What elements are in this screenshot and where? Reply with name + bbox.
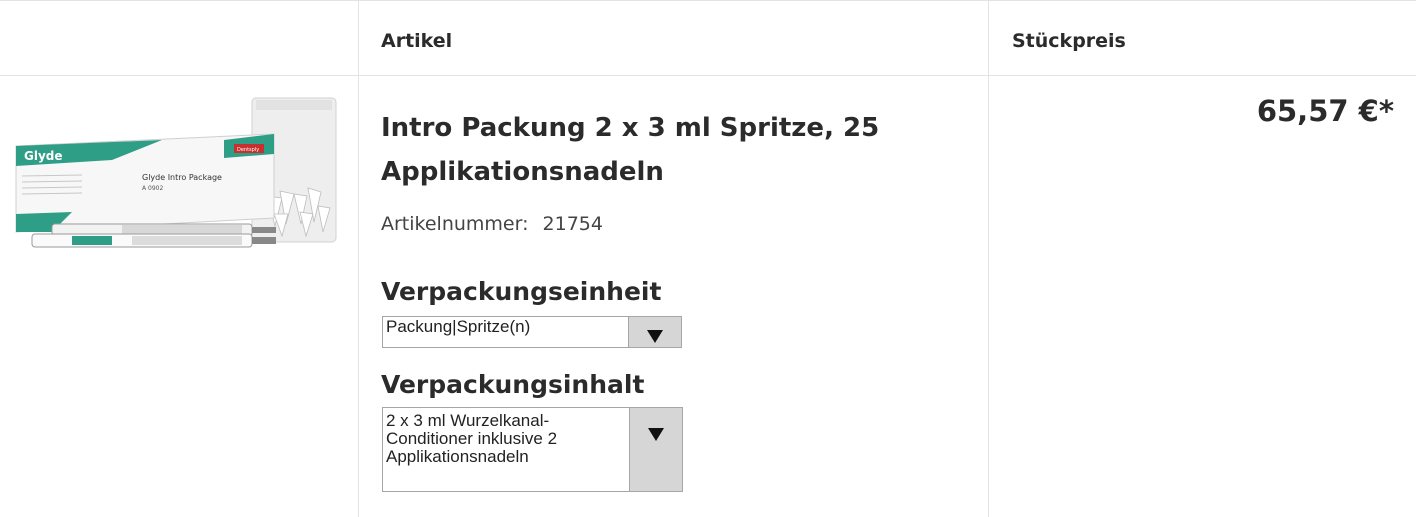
product-table: Artikel Stückpreis Glyde Glyde Intro Pac… [0,0,1416,517]
box-maker-text: Dentsply [237,147,259,153]
table-top-border [0,0,1416,1]
box-label-text: Glyde Intro Package [142,173,222,182]
packaging-content-line: Applikationsnadeln [386,447,529,466]
chevron-down-icon [647,330,663,343]
article-number-label: Artikelnummer: [381,213,529,235]
header-unit-price: Stückpreis [1012,30,1126,52]
unit-price: 65,57 €* [1256,94,1394,128]
packaging-content-value: 2 x 3 ml Wurzelkanal- Conditioner inklus… [386,412,557,466]
column-divider [358,0,359,517]
box-code-text: A 0902 [142,185,163,192]
packaging-unit-label: Verpackungseinheit [381,277,662,306]
packaging-content-select[interactable]: 2 x 3 ml Wurzelkanal- Conditioner inklus… [382,407,683,492]
article-number: Artikelnummer: 21754 [381,213,603,235]
packaging-content-dropdown-button[interactable] [629,408,682,491]
packaging-content-line: 2 x 3 ml Wurzelkanal- [386,411,550,430]
box-brand-text: Glyde [24,149,63,163]
packaging-content-line: Conditioner inklusive 2 [386,429,558,448]
syringes [31,223,276,248]
packaging-unit-dropdown-button[interactable] [628,317,681,347]
article-number-value: 21754 [542,213,603,235]
chevron-down-icon [648,428,664,441]
product-box: Glyde Glyde Intro Package A 0902 Dentspl… [15,133,275,233]
header-divider [0,75,1416,76]
packaging-unit-select[interactable]: Packung|Spritze(n) [382,316,682,348]
packaging-content-label: Verpackungsinhalt [381,370,645,399]
product-image[interactable]: Glyde Glyde Intro Package A 0902 Dentspl… [12,96,342,256]
product-title[interactable]: Intro Packung 2 x 3 ml Spritze, 25 Appli… [381,106,941,194]
column-divider [988,0,989,517]
header-article: Artikel [381,30,453,52]
packaging-unit-value: Packung|Spritze(n) [386,317,531,336]
